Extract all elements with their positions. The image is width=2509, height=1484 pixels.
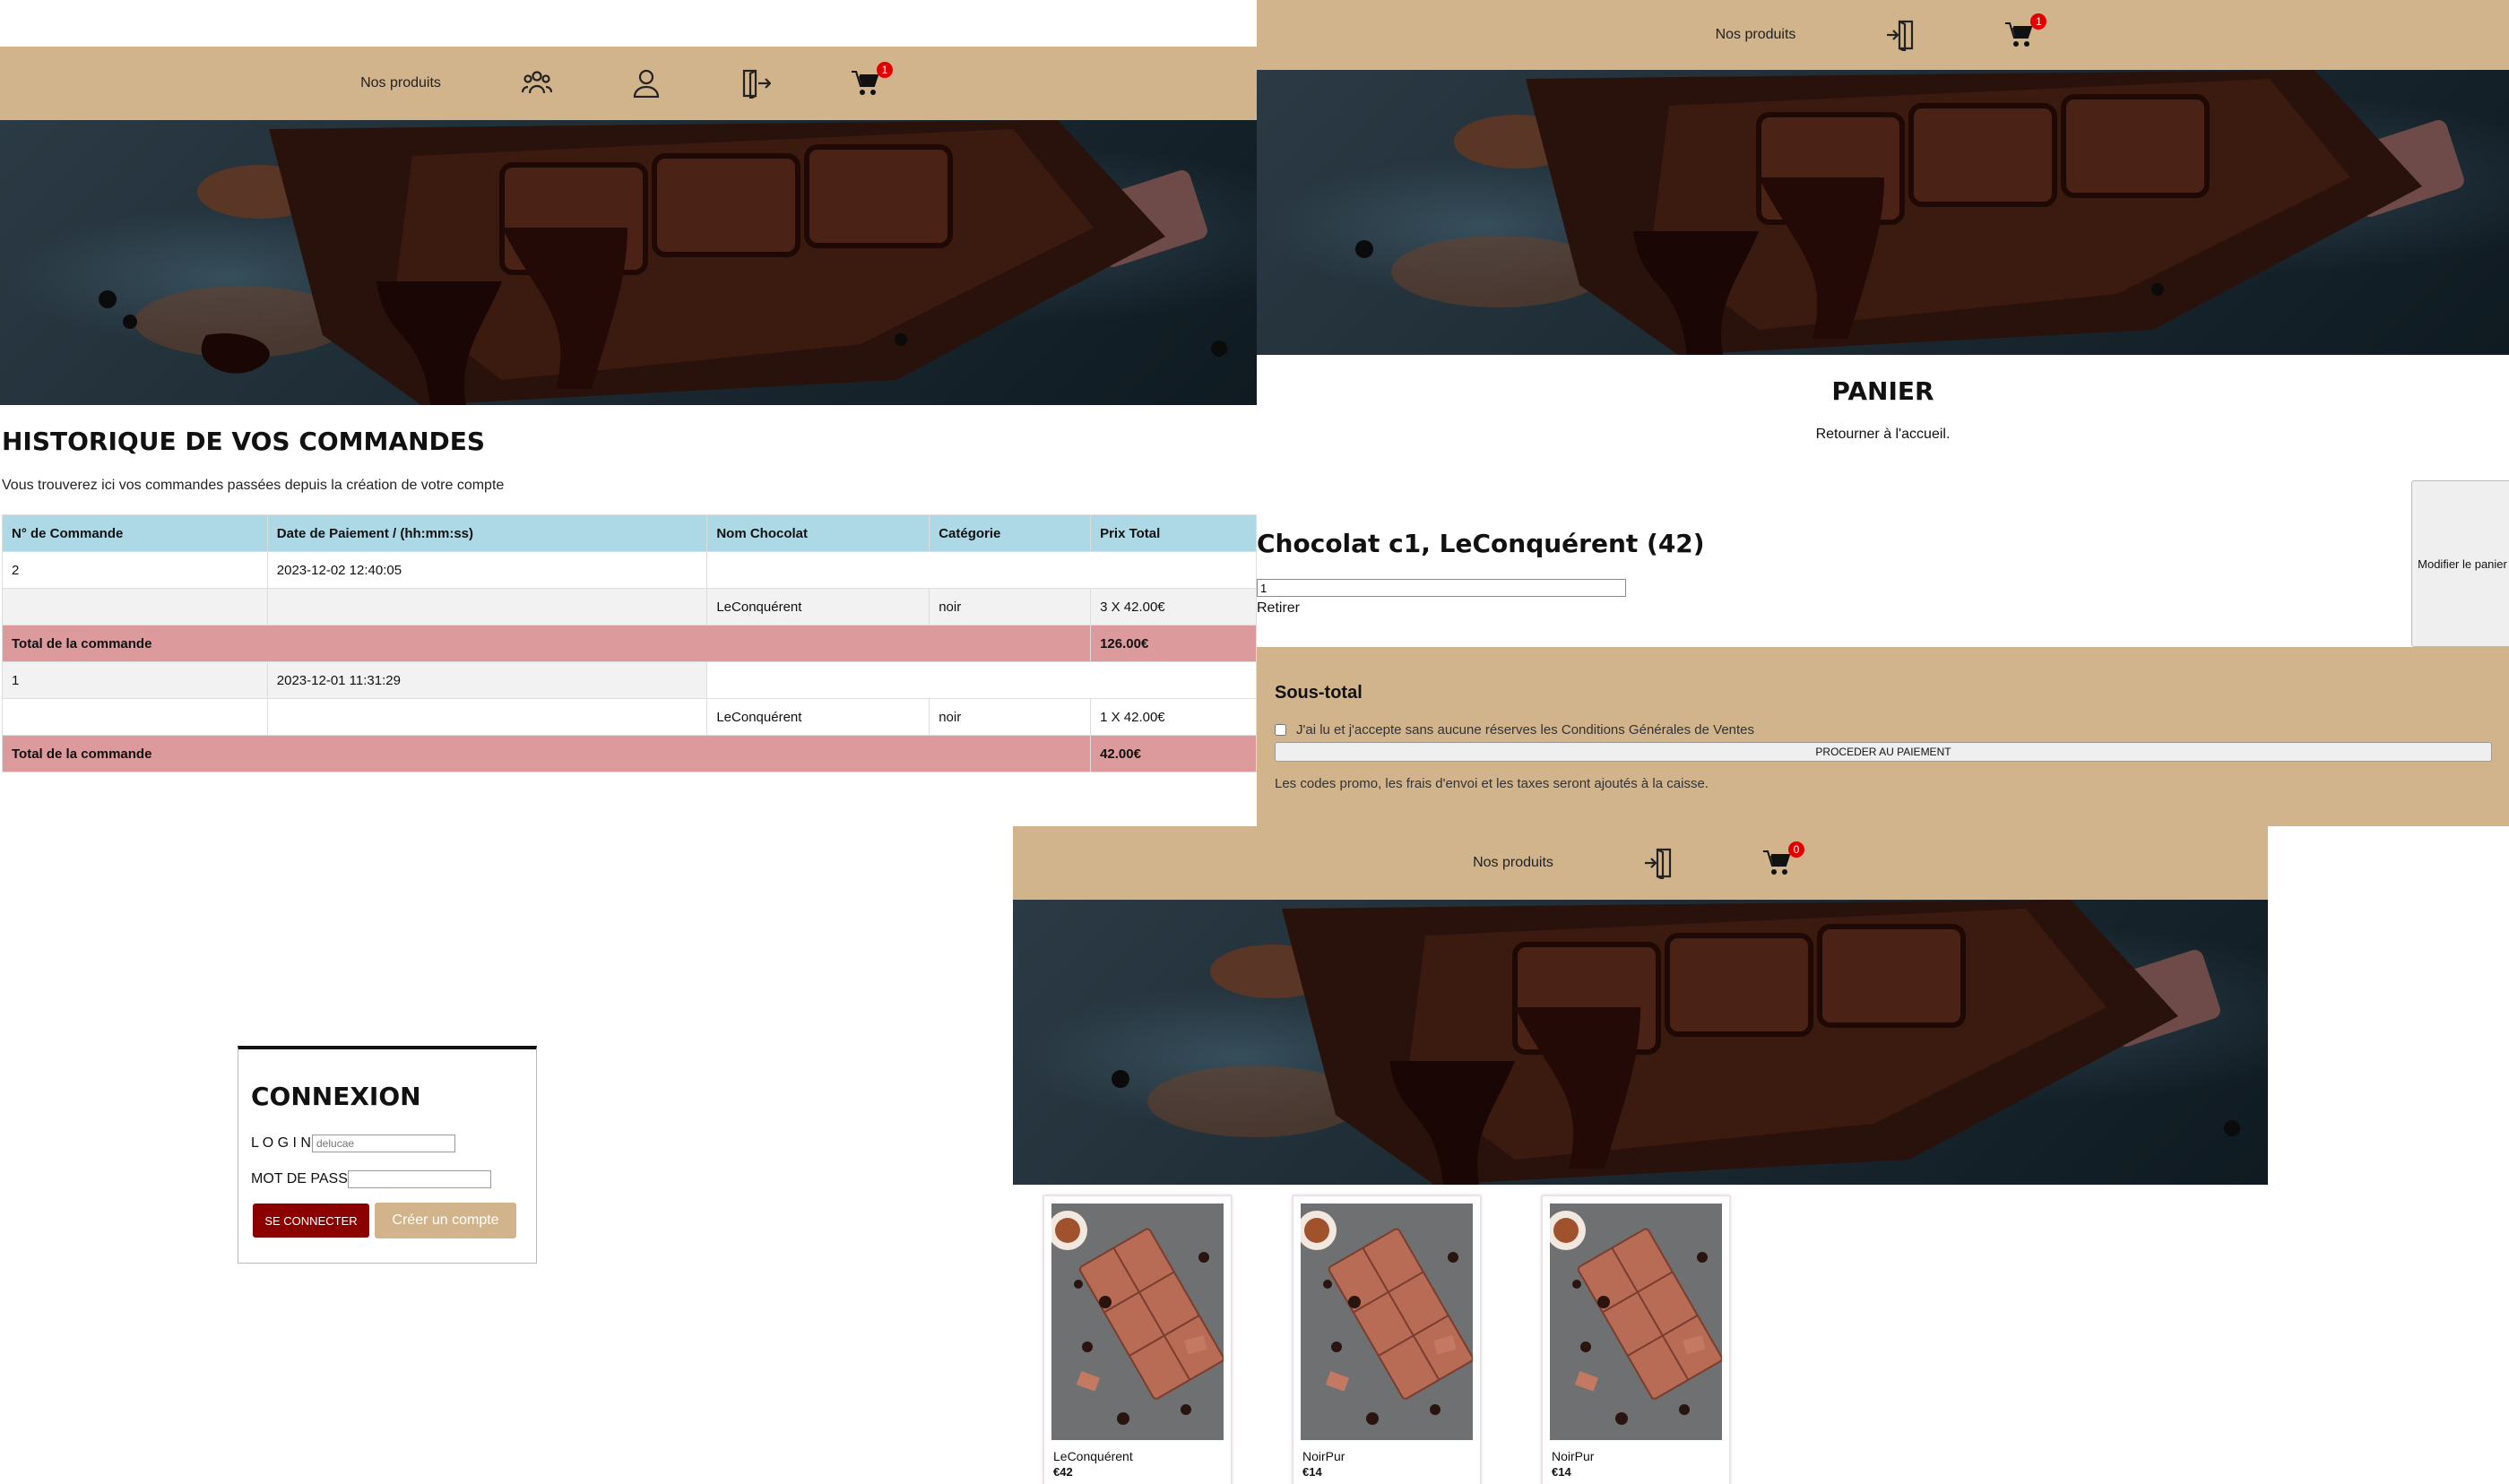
logout-icon[interactable]	[1643, 847, 1674, 879]
item-name: LeConquérent	[706, 588, 930, 626]
cart-icon[interactable]: 1	[2005, 13, 2047, 47]
order-total-value: 126.00€	[1090, 625, 1257, 662]
nav-products-link[interactable]: Nos produits	[360, 75, 441, 91]
product-price: €14	[1552, 1465, 1571, 1479]
nav-products-link[interactable]: Nos produits	[1473, 855, 1553, 871]
cart-icon[interactable]: 1	[851, 62, 893, 96]
product-card[interactable]: NoirPur €14	[1293, 1195, 1481, 1484]
products-page: Nos produits 0 LeConquérent €42 NoirPur …	[1013, 826, 2268, 1484]
page-title: HISTORIQUE DE VOS COMMANDES	[2, 427, 486, 456]
login-submit-button[interactable]: SE CONNECTER	[253, 1204, 369, 1238]
order-item-row: LeConquérent noir 3 X 42.00€	[2, 588, 1257, 626]
order-date: 2023-12-01 11:31:29	[266, 661, 708, 699]
order-total-label: Total de la commande	[1, 625, 1092, 662]
item-name: LeConquérent	[706, 698, 930, 736]
login-label: L O G I N	[251, 1135, 311, 1151]
hero-chocolate-image	[0, 120, 1257, 405]
product-price: €42	[1053, 1465, 1073, 1479]
password-label: MOT DE PASSE	[251, 1171, 358, 1186]
product-image	[1550, 1204, 1722, 1440]
table-header-row: N° de Commande Date de Paiement / (hh:mm…	[2, 514, 1257, 552]
cart-item-title: Chocolat c1, LeConquérent (42)	[1257, 529, 1705, 558]
login-title: CONNEXION	[251, 1082, 421, 1111]
order-row: 1 2023-12-01 11:31:29	[2, 661, 1257, 699]
cart-title: PANIER	[1831, 376, 1934, 406]
cgv-checkbox[interactable]	[1275, 724, 1286, 736]
order-total-row: Total de la commande 126.00€	[1, 625, 1257, 662]
item-price: 3 X 42.00€	[1090, 588, 1257, 626]
column-header: Catégorie	[929, 514, 1092, 552]
back-to-home-link[interactable]: Retourner à l'accueil.	[1257, 427, 2509, 443]
product-name: LeConquérent	[1053, 1449, 1133, 1463]
navbar: Nos produits 0	[1013, 826, 2268, 900]
column-header: Nom Chocolat	[706, 514, 930, 552]
logout-icon[interactable]	[1885, 19, 1916, 51]
product-name: NoirPur	[1302, 1449, 1345, 1463]
hero-chocolate-image	[1013, 900, 2268, 1185]
update-cart-button[interactable]: Modifier le panier	[2411, 480, 2509, 647]
login-input[interactable]	[312, 1135, 455, 1152]
cart-count-badge: 1	[876, 62, 893, 78]
logout-icon[interactable]	[740, 68, 771, 99]
cart-icon[interactable]: 0	[1762, 841, 1804, 876]
remove-item-link[interactable]: Retirer	[1257, 600, 1300, 617]
order-row: 2 2023-12-02 12:40:05	[2, 551, 1257, 589]
order-total-value: 42.00€	[1090, 735, 1257, 772]
login-box: CONNEXION L O G I N MOT DE PASSE SE CONN…	[238, 1046, 537, 1264]
navbar: Nos produits 1	[0, 47, 1257, 120]
item-category: noir	[929, 698, 1092, 736]
cgv-label: J'ai lu et j'accepte sans aucune réserve…	[1296, 722, 1755, 738]
navbar: Nos produits 1	[1257, 0, 2509, 70]
users-icon[interactable]	[521, 68, 552, 99]
column-header: Prix Total	[1090, 514, 1257, 552]
product-image	[1301, 1204, 1473, 1440]
column-header: N° de Commande	[2, 514, 268, 552]
checkout-note: Les codes promo, les frais d'envoi et le…	[1275, 776, 1709, 791]
cart-count-badge: 1	[2030, 13, 2047, 30]
nav-products-link[interactable]: Nos produits	[1716, 27, 1796, 43]
create-account-button[interactable]: Créer un compte	[375, 1203, 516, 1238]
order-date: 2023-12-02 12:40:05	[266, 551, 708, 589]
proceed-to-payment-button[interactable]: PROCEDER AU PAIEMENT	[1275, 742, 2492, 762]
hero-chocolate-image	[1257, 70, 2509, 355]
cart-page: Nos produits 1 PANIER Retourner à l'accu…	[1257, 0, 2509, 826]
subtotal-section: Sous-total J'ai lu et j'accepte sans auc…	[1257, 647, 2509, 826]
page-subtitle: Vous trouverez ici vos commandes passées…	[2, 478, 505, 493]
user-icon[interactable]	[633, 69, 660, 98]
cart-count-badge: 0	[1787, 841, 1804, 858]
product-card[interactable]: LeConquérent €42	[1043, 1195, 1232, 1484]
item-category: noir	[929, 588, 1092, 626]
order-number: 1	[2, 661, 268, 699]
order-item-row: LeConquérent noir 1 X 42.00€	[2, 698, 1257, 736]
product-price: €14	[1302, 1465, 1322, 1479]
order-history-page: Nos produits 1 HISTORIQUE DE VOS COMMAND…	[0, 0, 1257, 789]
product-name: NoirPur	[1552, 1449, 1595, 1463]
product-card[interactable]: NoirPur €14	[1542, 1195, 1730, 1484]
password-input[interactable]	[348, 1170, 491, 1188]
order-total-label: Total de la commande	[1, 735, 1092, 772]
item-price: 1 X 42.00€	[1090, 698, 1257, 736]
product-image	[1051, 1204, 1224, 1440]
quantity-input[interactable]	[1257, 579, 1626, 597]
orders-table: N° de Commande Date de Paiement / (hh:mm…	[1, 514, 1257, 772]
subtotal-title: Sous-total	[1275, 683, 1363, 703]
column-header: Date de Paiement / (hh:mm:ss)	[266, 514, 708, 552]
order-total-row: Total de la commande 42.00€	[1, 735, 1257, 772]
order-number: 2	[2, 551, 268, 589]
